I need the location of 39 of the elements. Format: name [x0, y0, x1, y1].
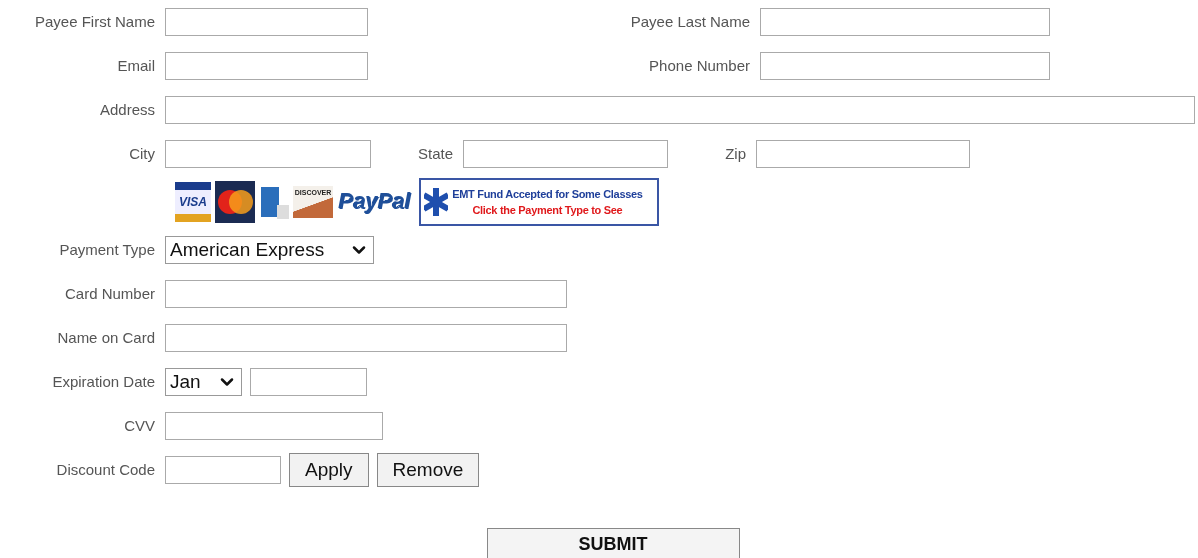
- field-label: Payee Last Name: [630, 11, 750, 32]
- text-field[interactable]: [463, 140, 668, 168]
- action-button[interactable]: Remove: [376, 453, 480, 487]
- dropdown[interactable]: American Express: [165, 236, 374, 264]
- text-field[interactable]: [165, 280, 567, 308]
- field-label: Name on Card: [57, 327, 155, 348]
- dropdown[interactable]: Jan: [165, 368, 242, 396]
- field-label: Expiration Date: [52, 371, 155, 392]
- text-field[interactable]: [165, 412, 383, 440]
- emt-banner[interactable]: EMT Fund Accepted for Some Classes Click the Payment Type to See: [419, 178, 660, 226]
- star-of-life-icon: [424, 188, 449, 216]
- text-field[interactable]: [165, 8, 368, 36]
- banner-subtitle: Click the Payment Type to See: [472, 203, 623, 218]
- text-field[interactable]: [760, 52, 1050, 80]
- field-label: CVV: [124, 415, 155, 436]
- text-field[interactable]: [165, 96, 1195, 124]
- field-label: State: [417, 143, 453, 164]
- field-label: Payment Type: [59, 239, 155, 260]
- field-label: Card Number: [64, 283, 155, 304]
- text-field[interactable]: [165, 324, 567, 352]
- text-field[interactable]: [165, 52, 368, 80]
- text-field[interactable]: [165, 140, 371, 168]
- text-field[interactable]: [756, 140, 970, 168]
- field-label: Address: [99, 99, 155, 120]
- field-label: Phone Number: [649, 55, 750, 76]
- field-label: Zip: [725, 143, 746, 164]
- card-logo: PayPal: [338, 188, 413, 216]
- card-logo: VISA: [175, 182, 211, 222]
- submit-button[interactable]: SUBMIT: [486, 528, 740, 558]
- field-label: Email: [117, 55, 155, 76]
- banner-title: EMT Fund Accepted for Some Classes: [452, 186, 643, 202]
- field-label: Discount Code: [56, 459, 155, 480]
- text-field[interactable]: [250, 368, 367, 396]
- text-field[interactable]: [760, 8, 1050, 36]
- field-label: City: [129, 143, 155, 164]
- action-button[interactable]: Apply: [289, 453, 369, 487]
- text-field[interactable]: [165, 456, 281, 484]
- card-logo: [215, 181, 255, 223]
- field-label: Payee First Name: [34, 11, 155, 32]
